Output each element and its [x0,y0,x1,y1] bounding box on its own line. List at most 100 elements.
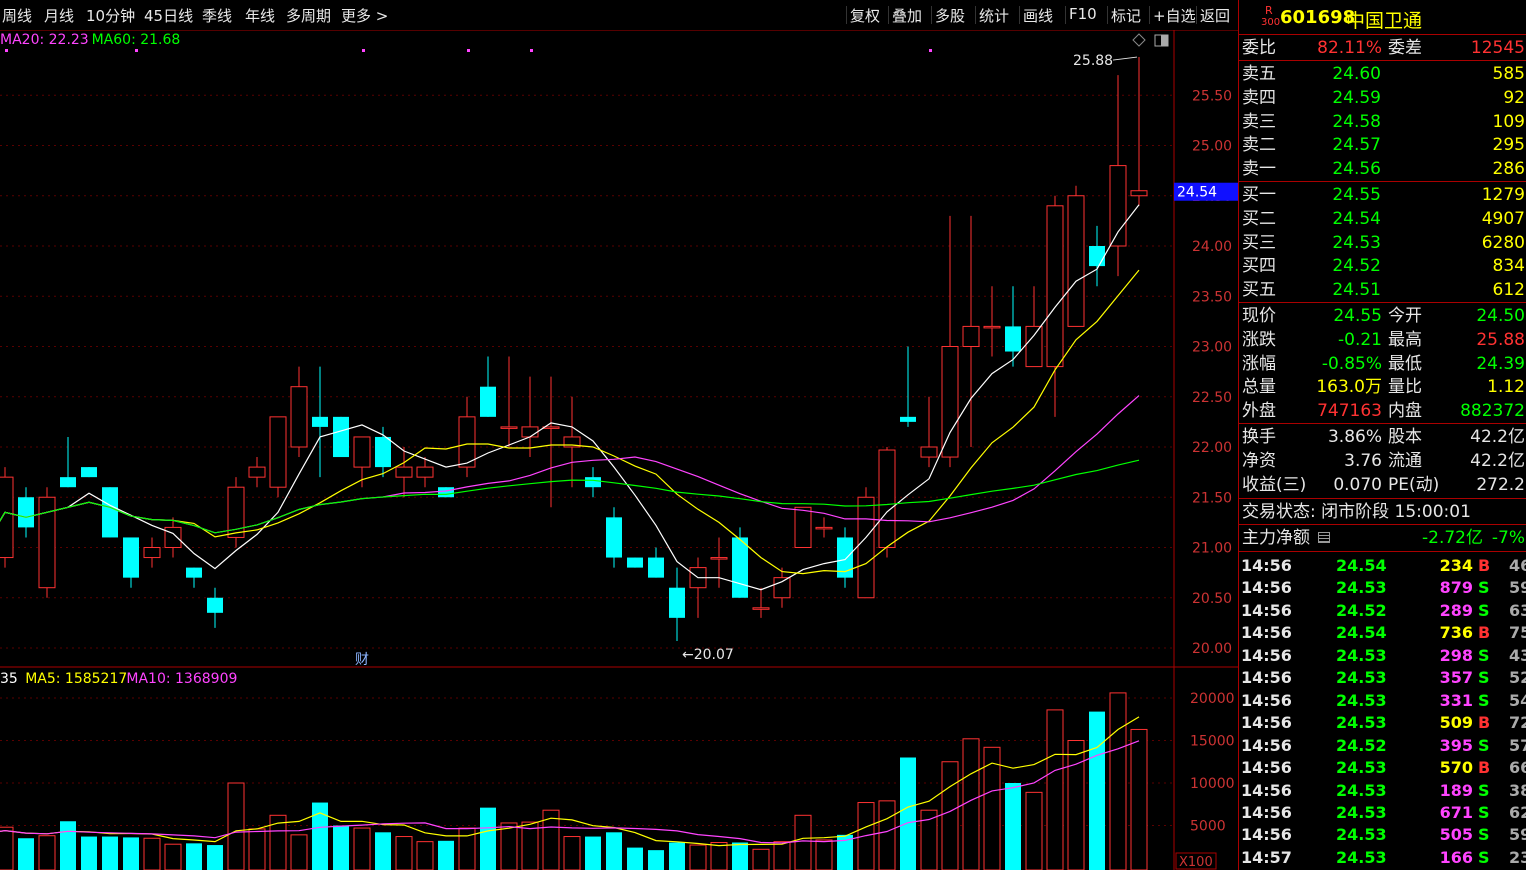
tick-row: 14:56 24.53 570 B 66 [1239,757,1526,779]
divider [1239,60,1526,61]
toolbar-separator [1196,6,1197,24]
stat-value: 24.50 [1476,306,1525,326]
buy-volume: 4907 [1481,208,1525,229]
finance-marker[interactable]: 财 [355,652,369,668]
toolbar-tool-0[interactable]: 复权 [850,5,880,26]
stock-badge-bottom: 300 [1261,17,1281,28]
volume-bar-down [81,836,97,870]
candle-body-down [606,517,622,558]
tick-count: 43 [1509,645,1526,665]
toolbar-period-7[interactable]: 更多 > [341,5,388,26]
volume-bar-up [752,848,770,870]
candle-body-up [269,416,287,488]
toolbar-tool-5[interactable]: F10 [1069,5,1097,23]
sell-volume: 109 [1492,111,1525,132]
tick-count: 23 [1509,847,1526,867]
kline-chart[interactable]: 25.5025.0024.5024.0023.5023.0022.5022.00… [0,30,1238,870]
signal-dot [5,49,8,52]
toolbar-period-2[interactable]: 10分钟 [86,5,135,26]
price-axis-label: 23.50 [1192,289,1232,305]
main-flow-pct: -7% [1491,528,1525,548]
stat-value: 24.55 [1333,306,1382,326]
tick-side: S [1478,668,1490,688]
toolbar-tool-3[interactable]: 统计 [979,5,1009,26]
main-flow-row[interactable]: 主力净额 -2.72亿 -7% [1239,526,1526,550]
candle-body-down [900,416,916,422]
tick-time: 14:56 [1241,690,1292,710]
stock-header: R 300 601698 中国卫通 [1239,0,1526,34]
weibi-value: 82.11% [1317,38,1382,58]
fundamental-row: 换手 3.86% 股本 42.2亿 [1239,425,1526,449]
toolbar-tool-1[interactable]: 叠加 [892,5,922,26]
buy-row: 买一 24.55 1279 [1239,183,1526,207]
tick-side: B [1478,713,1491,733]
sell-label: 卖二 [1242,135,1276,156]
diamond-icon[interactable] [1132,33,1146,47]
candle-body-down [81,467,97,478]
signal-dot [362,49,365,52]
tick-time: 14:56 [1241,758,1292,778]
volume-bar-up [1109,692,1127,870]
volume-axis-label: 15000 [1190,734,1235,750]
toolbar-period-3[interactable]: 45日线 [144,5,193,26]
list-icon[interactable] [1318,532,1330,543]
low-price-annotation: ←20.07 [682,647,734,663]
toolbar-period-0[interactable]: 周线 [2,5,32,26]
toolbar-period-1[interactable]: 月线 [44,5,74,26]
tick-side: S [1478,735,1490,755]
buy-label: 买一 [1242,185,1276,205]
tick-volume: 505 [1439,825,1473,845]
toolbar-tool-2[interactable]: 多股 [935,5,965,26]
quote-stat-row: 涨跌 -0.21 最高 25.88 [1239,328,1526,352]
candle-body-down [648,557,664,578]
buy-volume: 612 [1492,280,1525,301]
volume-ma-legend-1: MA5: 1585217 [25,671,127,687]
tick-count: 46 [1509,556,1526,575]
tick-count: 72 [1509,713,1526,733]
candle-body-down [207,597,223,613]
divider [1239,34,1526,35]
tick-volume: 289 [1439,600,1473,620]
candle-body-up [773,577,791,599]
divider [1239,302,1526,303]
volume-bar-down [60,821,76,870]
volume-bar-down [375,832,391,870]
toolbar-tool-4[interactable]: 画线 [1023,5,1053,26]
toolbar-tool-7[interactable]: +自选 [1153,5,1196,26]
toolbar-tool-8[interactable]: 返回 [1200,5,1230,26]
tick-volume: 570 [1439,758,1473,778]
tick-side: B [1478,556,1491,575]
volume-bar-up [563,836,581,870]
sell-volume: 295 [1492,135,1525,156]
tick-row: 14:56 24.53 879 S 59 [1239,577,1526,599]
toolbar-period-6[interactable]: 多周期 [286,5,331,26]
sell-volume: 585 [1492,64,1525,84]
volume-axis-label: 5000 [1190,819,1226,835]
candle-body-up [143,547,161,559]
candle-body-down [627,557,643,568]
buy-price: 24.54 [1332,208,1381,229]
volume-bar-up [794,814,812,870]
buy-row: 买五 24.51 612 [1239,278,1526,302]
toolbar-separator [888,6,889,24]
weibi-row: 委比 82.11% 委差 12545 [1239,36,1526,60]
candle-body-down [1089,246,1105,267]
buy-price: 24.55 [1332,185,1381,205]
price-ma-legend-1: MA60: 21.68 [92,32,181,48]
tick-count: 57 [1509,735,1526,755]
toolbar-tool-6[interactable]: 标记 [1111,5,1141,26]
volume-bar-up [416,841,434,870]
toolbar-period-4[interactable]: 季线 [202,5,232,26]
tick-time: 14:56 [1241,735,1292,755]
volume-ma-legend-2: MA10: 1368909 [126,671,237,687]
candle-body-up [521,426,539,438]
volume-bar-up [38,835,56,870]
volume-bar-down [102,836,118,870]
candle-body-down [18,497,34,528]
sell-row: 卖三 24.58 109 [1239,110,1526,134]
high-annotation-arrow [1112,56,1138,61]
toolbar-period-5[interactable]: 年线 [245,5,275,26]
stat-value: 42.2亿 [1470,450,1525,471]
main-flow-value: -2.72亿 [1422,528,1483,548]
volume-bar-up [878,800,896,870]
